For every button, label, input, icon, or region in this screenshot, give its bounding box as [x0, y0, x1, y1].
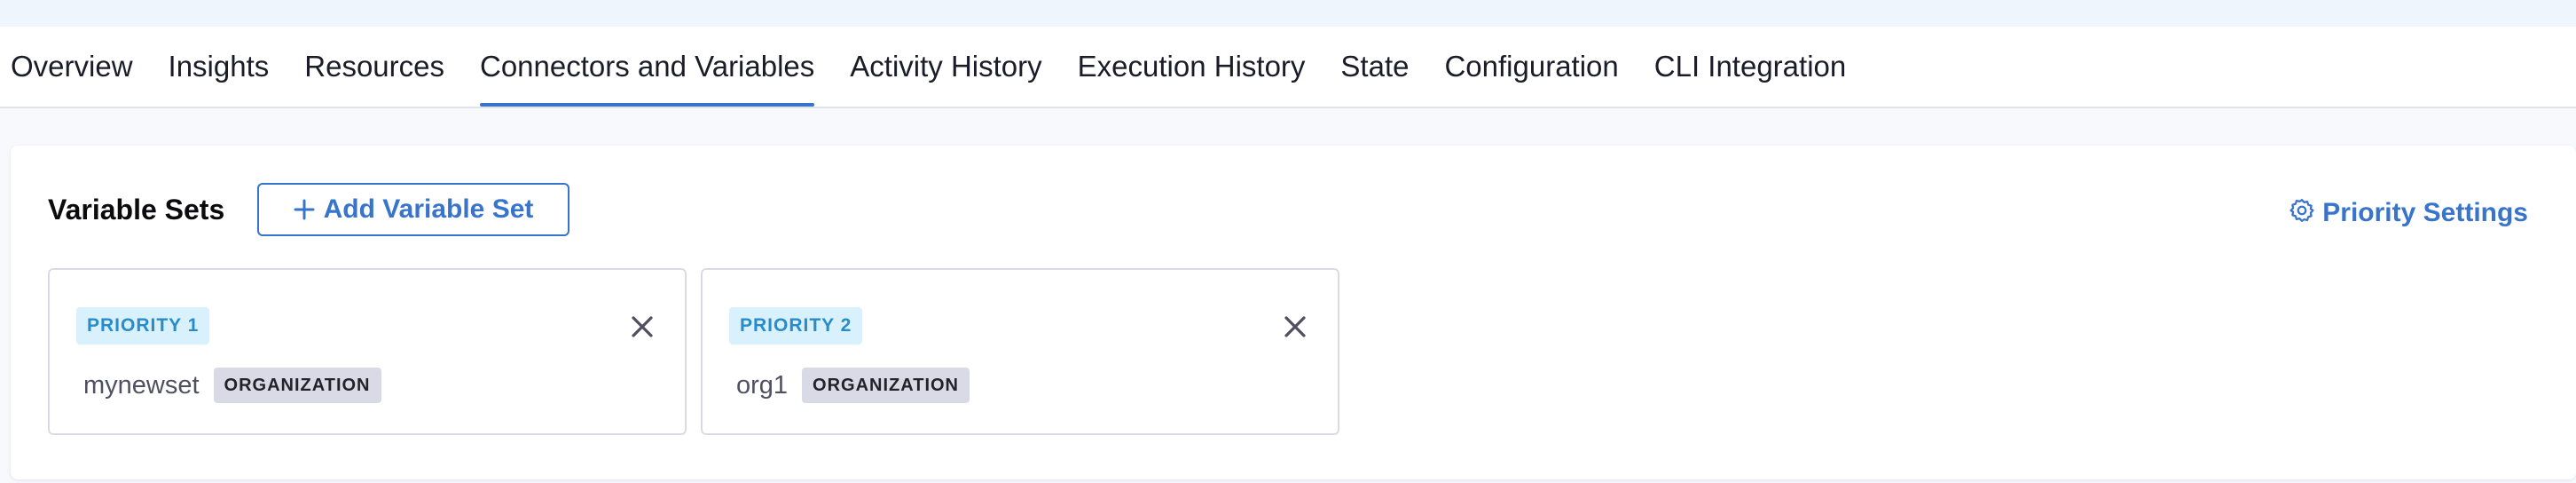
- gear-icon: [2289, 197, 2315, 229]
- tab-insights[interactable]: Insights: [169, 27, 270, 107]
- plus-icon: [294, 199, 315, 220]
- tab-execution-history[interactable]: Execution History: [1078, 27, 1306, 107]
- scope-badge: ORGANIZATION: [213, 368, 381, 403]
- variable-set-name: mynewset: [83, 370, 200, 400]
- variable-set-info: mynewset ORGANIZATION: [83, 368, 381, 403]
- tab-resources[interactable]: Resources: [304, 27, 444, 107]
- add-variable-set-button[interactable]: Add Variable Set: [257, 183, 569, 236]
- remove-variable-set-button[interactable]: [626, 313, 658, 344]
- tab-cli-integration[interactable]: CLI Integration: [1654, 27, 1846, 107]
- variable-set-info: org1 ORGANIZATION: [736, 368, 970, 403]
- variable-set-name: org1: [736, 370, 789, 400]
- close-icon: [1282, 313, 1308, 344]
- tab-activity-history[interactable]: Activity History: [850, 27, 1041, 107]
- add-variable-set-label: Add Variable Set: [323, 194, 534, 224]
- tab-overview[interactable]: Overview: [11, 27, 133, 107]
- variable-sets-title: Variable Sets: [48, 194, 225, 226]
- scope-badge: ORGANIZATION: [802, 368, 970, 403]
- tab-configuration[interactable]: Configuration: [1444, 27, 1618, 107]
- priority-settings-label: Priority Settings: [2322, 198, 2528, 227]
- close-icon: [629, 313, 656, 344]
- tab-connectors-and-variables[interactable]: Connectors and Variables: [480, 27, 815, 107]
- tab-bar: Overview Insights Resources Connectors a…: [0, 27, 2576, 108]
- priority-badge: PRIORITY 2: [729, 307, 863, 344]
- variable-set-card: PRIORITY 2 org1 ORGANIZATION: [701, 268, 1339, 435]
- priority-settings-link[interactable]: Priority Settings: [2289, 197, 2528, 229]
- priority-badge: PRIORITY 1: [76, 307, 210, 344]
- variable-set-card: PRIORITY 1 mynewset ORGANIZATION: [48, 268, 687, 435]
- tab-list: Overview Insights Resources Connectors a…: [11, 27, 1881, 107]
- tab-state[interactable]: State: [1340, 27, 1409, 107]
- variable-sets-panel: Variable Sets Add Variable Set Priority …: [11, 146, 2576, 479]
- top-header-strip: [0, 0, 2576, 27]
- remove-variable-set-button[interactable]: [1279, 313, 1311, 344]
